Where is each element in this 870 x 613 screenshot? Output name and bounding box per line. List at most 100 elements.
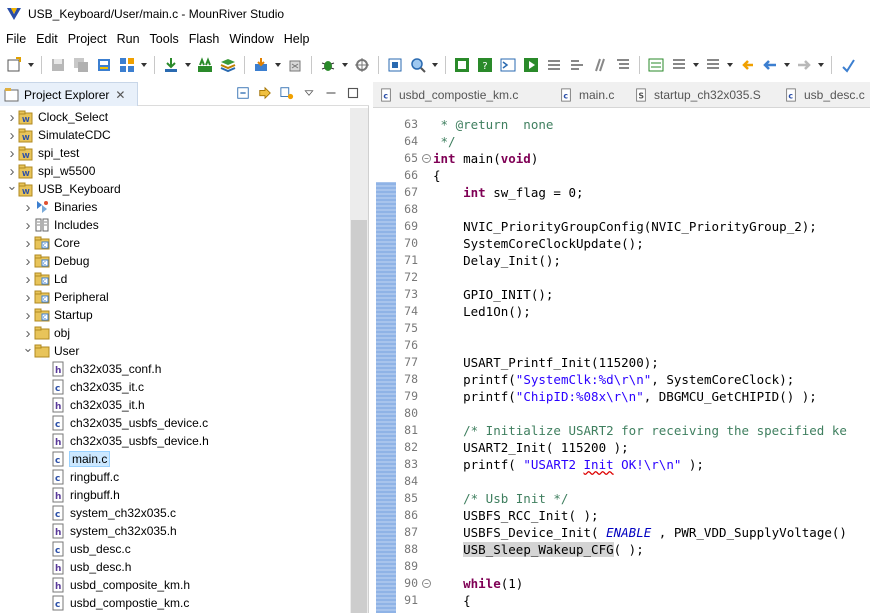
tree-item-usbd-compostie-km-c[interactable]: c usbd_compostie_km.c xyxy=(38,594,189,612)
save-icon[interactable] xyxy=(48,55,68,75)
menu-file[interactable]: File xyxy=(2,32,30,46)
forward-icon[interactable] xyxy=(794,55,814,75)
format-icon[interactable] xyxy=(613,55,633,75)
tree-item-system-ch32x035-c[interactable]: c system_ch32x035.c xyxy=(38,504,176,522)
fold-toggle-icon[interactable]: − xyxy=(422,154,431,163)
search-icon[interactable] xyxy=(408,55,428,75)
code-line[interactable]: USART2_Init( 115200 ); xyxy=(433,439,629,456)
step-over-icon[interactable] xyxy=(567,55,587,75)
prev-annotation-icon[interactable] xyxy=(703,55,723,75)
expand-arrow-icon[interactable]: › xyxy=(22,234,34,252)
menu-flash[interactable]: Flash xyxy=(185,32,224,46)
expand-arrow-icon[interactable]: › xyxy=(22,252,34,270)
debug-dropdown-icon[interactable] xyxy=(341,55,349,75)
code-line[interactable]: GPIO_INIT(); xyxy=(433,286,553,303)
configure-icon[interactable] xyxy=(117,55,137,75)
expand-arrow-icon[interactable]: › xyxy=(6,108,18,126)
pin-editor-icon[interactable] xyxy=(838,55,858,75)
editor-tab-usbd-compostie-km-c[interactable]: c usbd_compostie_km.c xyxy=(373,82,518,108)
tree-item-ch32x035-usbfs-device-h[interactable]: h ch32x035_usbfs_device.h xyxy=(38,432,209,450)
minimize-icon[interactable] xyxy=(323,85,339,101)
new-icon[interactable] xyxy=(4,55,24,75)
menu-edit[interactable]: Edit xyxy=(32,32,62,46)
layers-icon[interactable] xyxy=(218,55,238,75)
tree-item-debug[interactable]: › c Debug xyxy=(22,252,90,270)
tree-item-peripheral[interactable]: › c Peripheral xyxy=(22,288,109,306)
save-all-icon[interactable] xyxy=(71,55,91,75)
tree-item-spi-w5500[interactable]: › Wspi_w5500 xyxy=(6,162,96,180)
tree-item-spi-test[interactable]: › Wspi_test xyxy=(6,144,80,162)
tree-item-system-ch32x035-h[interactable]: h system_ch32x035.h xyxy=(38,522,177,540)
collapse-arrow-icon[interactable]: ⌄ xyxy=(22,339,34,357)
save-as-icon[interactable] xyxy=(94,55,114,75)
tree-item-usb-keyboard[interactable]: ⌄ W USB_Keyboard xyxy=(6,177,121,198)
back-dropdown-icon[interactable] xyxy=(783,55,791,75)
download-dropdown-icon[interactable] xyxy=(184,55,192,75)
flash-icon[interactable] xyxy=(251,55,271,75)
tree-item-binaries[interactable]: › Binaries xyxy=(22,198,98,216)
collapse-arrow-icon[interactable]: ⌄ xyxy=(6,177,18,195)
toggle-breakpoint-icon[interactable] xyxy=(385,55,405,75)
tree-item-usb-desc-h[interactable]: h usb_desc.h xyxy=(38,558,131,576)
code-line[interactable]: Delay_Init(); xyxy=(433,252,561,269)
tree-item-main-c[interactable]: c main.c xyxy=(38,450,111,468)
code-line[interactable]: int sw_flag = 0; xyxy=(433,184,583,201)
download-icon[interactable] xyxy=(161,55,181,75)
next-annotation-icon[interactable] xyxy=(669,55,689,75)
maximize-icon[interactable] xyxy=(345,85,361,101)
filter-icon[interactable] xyxy=(279,85,295,101)
compile-icon[interactable] xyxy=(452,55,472,75)
code-line[interactable]: while(1) xyxy=(433,575,523,592)
code-line[interactable]: NVIC_PriorityGroupConfig(NVIC_PriorityGr… xyxy=(433,218,817,235)
debug-icon[interactable] xyxy=(318,55,338,75)
code-line[interactable]: printf( "USART2 Init OK!\r\n" ); xyxy=(433,456,704,473)
menu-project[interactable]: Project xyxy=(64,32,111,46)
tree-item-ch32x035-it-h[interactable]: h ch32x035_it.h xyxy=(38,396,145,414)
expand-arrow-icon[interactable]: › xyxy=(22,270,34,288)
close-icon[interactable]: ✕ xyxy=(115,88,125,102)
expand-arrow-icon[interactable]: › xyxy=(22,216,34,234)
tree-item-ringbuff-c[interactable]: c ringbuff.c xyxy=(38,468,119,486)
build-all-icon[interactable] xyxy=(195,55,215,75)
next-annotation-dropdown-icon[interactable] xyxy=(692,55,700,75)
forward-dropdown-icon[interactable] xyxy=(817,55,825,75)
code-line[interactable]: USB_Sleep_Wakeup_CFG( ); xyxy=(433,541,644,558)
tree-item-ch32x035-conf-h[interactable]: h ch32x035_conf.h xyxy=(38,360,161,378)
expand-arrow-icon[interactable]: › xyxy=(22,306,34,324)
code-line[interactable]: */ xyxy=(433,133,456,150)
code-lines[interactable]: 63 * @return none 64 */65− int main(void) 6… xyxy=(397,114,870,613)
code-line[interactable]: { xyxy=(433,167,441,184)
view-menu-icon[interactable] xyxy=(301,85,317,101)
code-line[interactable]: int main(void) xyxy=(433,150,538,167)
tree-item-ch32x035-it-c[interactable]: c ch32x035_it.c xyxy=(38,378,144,396)
back-icon[interactable] xyxy=(760,55,780,75)
tree-item-ringbuff-h[interactable]: h ringbuff.h xyxy=(38,486,120,504)
erase-icon[interactable] xyxy=(285,55,305,75)
new-dropdown-icon[interactable] xyxy=(27,55,35,75)
menu-run[interactable]: Run xyxy=(113,32,144,46)
menu-tools[interactable]: Tools xyxy=(146,32,183,46)
run-icon[interactable] xyxy=(521,55,541,75)
expand-arrow-icon[interactable]: › xyxy=(22,288,34,306)
fold-toggle-icon[interactable]: − xyxy=(422,579,431,588)
last-edit-icon[interactable] xyxy=(737,55,757,75)
code-line[interactable]: Led1On(); xyxy=(433,303,531,320)
tree-item-usbd-composite-km-h[interactable]: h usbd_composite_km.h xyxy=(38,576,190,594)
collapse-all-icon[interactable] xyxy=(235,85,251,101)
tree-item-startup[interactable]: › c Startup xyxy=(22,306,93,324)
annotation-icon[interactable] xyxy=(646,55,666,75)
menu-help[interactable]: Help xyxy=(280,32,314,46)
code-line[interactable]: * @return none xyxy=(433,116,554,133)
terminal-icon[interactable] xyxy=(498,55,518,75)
expand-arrow-icon[interactable]: › xyxy=(6,126,18,144)
code-line[interactable]: { xyxy=(433,592,471,609)
flash-dropdown-icon[interactable] xyxy=(274,55,282,75)
expand-arrow-icon[interactable]: › xyxy=(6,144,18,162)
tree-item-usb-desc-c[interactable]: c usb_desc.c xyxy=(38,540,131,558)
project-tree-scrollbar[interactable] xyxy=(350,108,368,613)
editor-tab-usb-desc-c[interactable]: c usb_desc.c xyxy=(778,82,865,108)
code-line[interactable]: printf("SystemClk:%d\r\n", SystemCoreClo… xyxy=(433,371,794,388)
tree-item-user[interactable]: ⌄ User xyxy=(22,339,80,360)
help-icon[interactable]: ? xyxy=(475,55,495,75)
code-line[interactable]: /* Usb Init */ xyxy=(433,490,568,507)
